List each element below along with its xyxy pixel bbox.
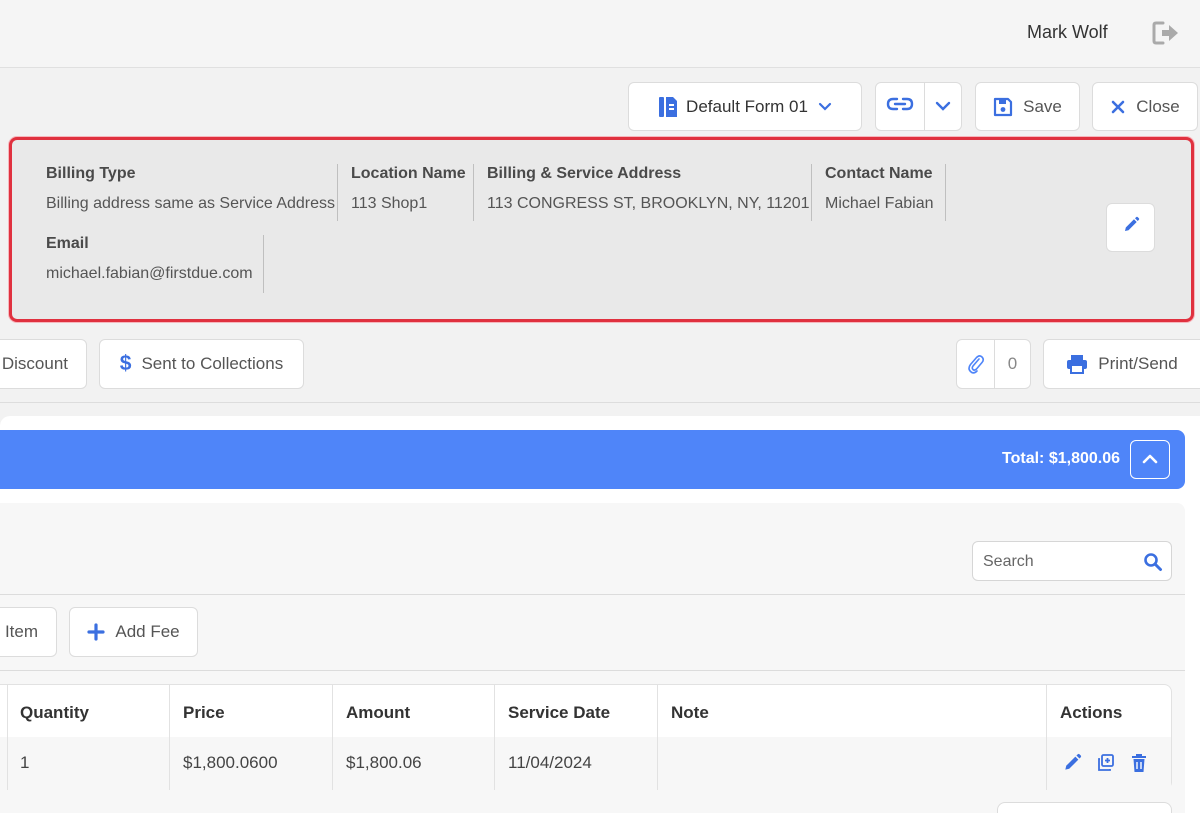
column-header-price[interactable]: Price (183, 703, 225, 723)
total-amount: Total: $1,800.06 (1002, 450, 1120, 467)
collapse-button[interactable] (1130, 440, 1170, 479)
search-icon[interactable] (1143, 552, 1163, 577)
form-icon (658, 96, 678, 118)
address-label: Billing & Service Address (487, 165, 682, 182)
add-fee-button[interactable]: Add Fee (69, 607, 198, 657)
link-button[interactable] (876, 83, 925, 130)
chevron-down-icon (935, 98, 951, 116)
column-divider (1046, 685, 1047, 790)
save-button[interactable]: Save (975, 82, 1080, 131)
close-button[interactable]: Close (1092, 82, 1198, 131)
billing-type-label: Billing Type (46, 165, 136, 182)
chevron-up-icon (1142, 451, 1158, 469)
field-divider (473, 164, 474, 221)
column-divider (7, 685, 8, 790)
add-item-label: Item (4, 622, 38, 641)
form-selector[interactable]: Default Form 01 (628, 82, 862, 131)
user-name[interactable]: Mark Wolf (1027, 22, 1108, 43)
edit-billing-button[interactable] (1106, 203, 1155, 252)
form-label: Default Form 01 (686, 96, 808, 116)
column-header-quantity[interactable]: Quantity (20, 703, 89, 723)
cell-price: $1,800.0600 (183, 753, 278, 772)
pencil-icon (1122, 216, 1140, 239)
save-label: Save (1023, 96, 1062, 116)
delete-row-trash-icon[interactable] (1130, 753, 1148, 778)
close-label: Close (1136, 96, 1180, 116)
contact-name-field: Contact Name Michael Fabian (825, 165, 934, 213)
column-divider (494, 685, 495, 790)
column-divider (169, 685, 170, 790)
duplicate-row-copy-icon[interactable] (1096, 753, 1116, 778)
column-header-actions: Actions (1060, 703, 1123, 722)
location-name-label: Location Name (351, 165, 466, 182)
sent-to-collections-button[interactable]: $ Sent to Collections (99, 339, 304, 389)
cell-service-date: 11/04/2024 (508, 753, 592, 772)
dollar-icon: $ (119, 352, 132, 375)
cell-amount: $1,800.06 (346, 753, 422, 772)
paperclip-icon[interactable] (957, 340, 995, 388)
print-send-label: Print/Send (1098, 354, 1178, 373)
add-item-button[interactable]: Item (0, 607, 57, 657)
printer-icon (1066, 354, 1088, 374)
contact-name-label: Contact Name (825, 165, 933, 182)
email-label: Email (46, 235, 89, 252)
divider (0, 594, 1185, 595)
email-value: michael.fabian@firstdue.com (46, 265, 253, 282)
footer-button[interactable] (997, 802, 1172, 813)
add-fee-label: Add Fee (115, 622, 180, 641)
location-name-field: Location Name 113 Shop1 (351, 165, 466, 213)
search-box (972, 541, 1172, 581)
link-button-group (875, 82, 962, 131)
billing-type-field: Billing Type Billing address same as Ser… (46, 165, 335, 213)
address-value: 113 CONGRESS ST, BROOKLYN, NY, 11201 (487, 195, 810, 212)
top-header: Mark Wolf (0, 0, 1200, 68)
column-divider (657, 685, 658, 790)
attachments-count: 0 (1007, 354, 1018, 373)
column-header-note[interactable]: Note (671, 703, 709, 723)
attachments-control[interactable]: 0 (956, 339, 1031, 389)
divider (0, 670, 1185, 671)
plus-icon (87, 623, 105, 641)
collections-label: Sent to Collections (141, 354, 284, 373)
edit-row-pencil-icon[interactable] (1062, 753, 1082, 778)
field-divider (263, 235, 264, 293)
logout-icon[interactable] (1150, 18, 1182, 48)
discount-label: Discount (1, 354, 68, 373)
address-field: Billing & Service Address 113 CONGRESS S… (487, 165, 810, 213)
contact-name-value: Michael Fabian (825, 195, 934, 212)
discount-button[interactable]: Discount (0, 339, 87, 389)
field-divider (337, 164, 338, 221)
total-summary-bar: Total: $1,800.06 (0, 430, 1185, 489)
location-name-value: 113 Shop1 (351, 195, 428, 212)
link-dropdown-button[interactable] (925, 83, 961, 130)
items-table: Quantity Price Amount Service Date Note … (0, 684, 1172, 790)
email-field: Email michael.fabian@firstdue.com (46, 235, 253, 283)
search-input[interactable] (983, 551, 1133, 573)
column-divider (332, 685, 333, 790)
billing-type-value: Billing address same as Service Address (46, 195, 336, 212)
print-send-button[interactable]: Print/Send (1043, 339, 1200, 389)
field-divider (945, 164, 946, 221)
close-icon (1110, 99, 1126, 115)
cell-quantity: 1 (20, 753, 30, 772)
field-divider (811, 164, 812, 221)
link-icon (886, 96, 914, 117)
chevron-down-icon (818, 102, 832, 112)
column-header-amount[interactable]: Amount (346, 703, 410, 723)
floppy-disk-icon (993, 97, 1013, 117)
column-header-service-date[interactable]: Service Date (508, 703, 610, 723)
